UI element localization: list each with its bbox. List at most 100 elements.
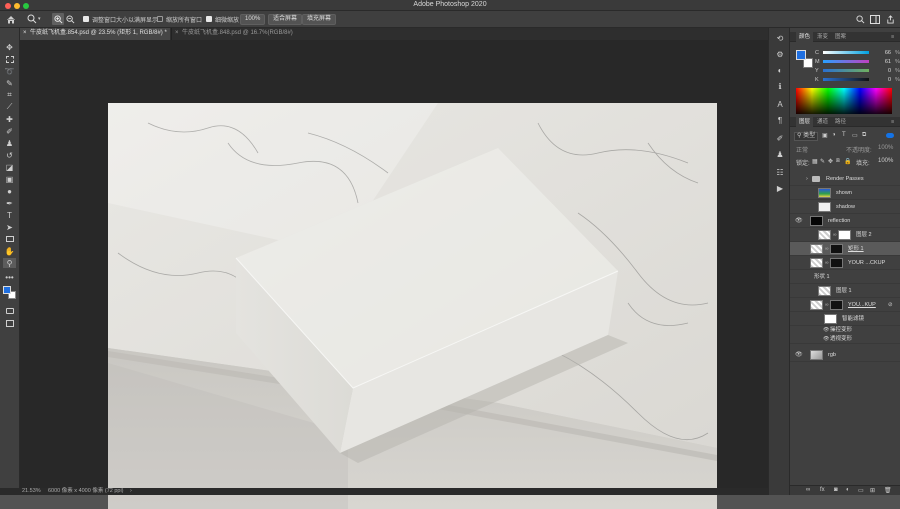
layer-name[interactable]: YOU...KUP <box>848 298 876 312</box>
layer-name[interactable]: reflection <box>828 214 850 228</box>
slider-track[interactable] <box>823 60 869 63</box>
more-tools-button[interactable]: ••• <box>3 272 16 282</box>
layer-shown[interactable]: shown <box>790 186 900 200</box>
path-selection-tool[interactable]: ➤ <box>3 222 16 232</box>
filter-pixel-icon[interactable]: ▣ <box>822 132 828 139</box>
eye-icon[interactable]: 👁 <box>795 214 803 228</box>
fit-window-checkbox[interactable]: 调整窗口大小以满屏显示 <box>83 13 158 25</box>
dodge-tool[interactable]: ● <box>3 186 16 196</box>
fx-icon[interactable]: fx <box>820 487 825 493</box>
lock-artboard-icon[interactable]: ⧈ <box>836 158 840 165</box>
layer-name[interactable]: 矩形 1 <box>848 242 864 256</box>
layer-name[interactable]: YOUR ...CKUP <box>848 256 885 270</box>
slider-track[interactable] <box>823 69 869 72</box>
link-icon[interactable]: ∞ <box>825 256 829 270</box>
opacity-value[interactable]: 100% <box>878 145 893 151</box>
layer-name[interactable]: shown <box>836 186 852 200</box>
layer-your-mockup[interactable]: ∞ YOUR ...CKUP <box>790 256 900 270</box>
canvas-area[interactable] <box>20 40 768 509</box>
filter-toggle[interactable] <box>886 133 894 138</box>
layer-name[interactable]: 操控变形 <box>830 326 852 335</box>
tab-paths[interactable]: 路径 <box>832 117 849 127</box>
color-spectrum[interactable] <box>796 88 892 114</box>
cyan-slider[interactable]: C 66 % <box>815 49 900 57</box>
document-canvas[interactable] <box>108 103 717 509</box>
blend-mode-select[interactable]: 正常 <box>796 145 808 154</box>
paragraph-panel-icon[interactable]: ¶ <box>774 116 786 126</box>
filter-smart-object-icon[interactable]: ⧉ <box>862 132 866 139</box>
link-icon[interactable]: ∞ <box>833 228 837 242</box>
layer-name[interactable]: Render Passes <box>826 172 864 186</box>
panel-menu-icon[interactable]: ≡ <box>888 32 897 42</box>
smart-filter-puppet-warp[interactable]: 👁 操控变形 <box>790 326 900 335</box>
gradient-tool[interactable]: ▣ <box>3 174 16 184</box>
tab-layers[interactable]: 图层 <box>796 117 814 127</box>
layer-1[interactable]: 图层 1 <box>790 284 900 298</box>
layer-name[interactable]: 形状 1 <box>814 270 830 284</box>
add-mask-icon[interactable]: ◙ <box>834 487 838 493</box>
home-button[interactable] <box>6 13 16 25</box>
zoom-100-button[interactable]: 100% <box>240 13 266 25</box>
fill-screen-button[interactable]: 填充屏幕 <box>302 13 337 25</box>
link-icon[interactable]: ∞ <box>825 298 829 312</box>
eye-icon[interactable]: 👁 <box>795 348 803 362</box>
layer-you-kup[interactable]: ∞ YOU...KUP ⊘ <box>790 298 900 312</box>
layer-rgb[interactable]: 👁 rgb <box>790 348 900 362</box>
adjustments-panel-icon[interactable]: ◐ <box>774 66 786 76</box>
quick-selection-tool[interactable]: ✎ <box>3 78 16 88</box>
zoom-readout[interactable]: 21.53% <box>22 488 41 495</box>
crop-tool[interactable]: ⌗ <box>3 90 16 100</box>
zoom-tool[interactable]: ⚲ <box>3 258 16 268</box>
layer-2[interactable]: ∞ 图层 2 <box>790 228 900 242</box>
filter-kind-select[interactable]: ⚲ 类型 <box>794 132 818 141</box>
foreground-color-swatch[interactable] <box>3 286 11 294</box>
layer-shape-1[interactable]: 形状 1 <box>790 270 900 284</box>
zoom-all-windows-checkbox[interactable]: 缩放所有窗口 <box>157 13 202 25</box>
tab-color[interactable]: 颜色 <box>796 32 814 42</box>
brush-panel-icon[interactable]: ✐ <box>774 134 786 144</box>
lock-paint-icon[interactable]: ✎ <box>820 158 825 165</box>
healing-tool[interactable]: ✚ <box>3 114 16 124</box>
layer-reflection[interactable]: 👁 reflection <box>790 214 900 228</box>
filter-shape-icon[interactable]: ▭ <box>852 132 858 139</box>
fill-value[interactable]: 100% <box>878 158 893 164</box>
layer-name[interactable]: rgb <box>828 348 836 362</box>
tab-document-854[interactable]: × 牛皮纸飞机盒.854.psd @ 23.5% (矩形 1, RGB/8#) … <box>20 28 170 40</box>
new-group-icon[interactable]: ▭ <box>858 487 864 494</box>
adjustment-layer-icon[interactable]: ◐ <box>846 487 850 493</box>
history-brush-tool[interactable]: ↺ <box>3 150 16 160</box>
trash-icon[interactable]: 🗑 <box>884 487 892 494</box>
smart-filter-icon[interactable]: ⊘ <box>888 298 893 312</box>
filter-adjustment-icon[interactable]: ◑ <box>832 132 836 138</box>
info-panel-icon[interactable]: ℹ <box>774 82 786 92</box>
layer-name[interactable]: 图层 1 <box>836 284 852 298</box>
layer-rectangle-1[interactable]: ∞ 矩形 1 <box>790 242 900 256</box>
fit-screen-button[interactable]: 适合屏幕 <box>268 13 303 25</box>
workspace-button[interactable] <box>870 13 880 25</box>
marquee-tool[interactable] <box>3 54 16 64</box>
lock-all-icon[interactable]: 🔒 <box>844 158 851 165</box>
slider-value[interactable]: 0 <box>873 76 891 84</box>
hand-tool[interactable]: ✋ <box>3 246 16 256</box>
slider-value[interactable]: 0 <box>873 67 891 75</box>
character-panel-icon[interactable]: A <box>774 100 786 110</box>
yellow-slider[interactable]: Y 0 % <box>815 67 900 75</box>
eye-icon[interactable]: 👁 <box>823 326 829 335</box>
filter-type-icon[interactable]: T <box>842 132 846 138</box>
move-tool[interactable]: ✥ <box>3 42 16 52</box>
screen-mode-button[interactable] <box>3 318 16 328</box>
status-menu-arrow-icon[interactable]: › <box>130 488 132 495</box>
new-layer-icon[interactable]: ⊞ <box>870 487 875 494</box>
search-button[interactable] <box>856 13 865 25</box>
type-tool[interactable]: T <box>3 210 16 220</box>
history-panel-icon[interactable]: ⟲ <box>774 34 786 44</box>
stamp-tool[interactable]: ♟ <box>3 138 16 148</box>
smart-filters-row[interactable]: 智能滤镜 <box>790 312 900 326</box>
layer-group-render-passes[interactable]: › Render Passes <box>790 172 900 186</box>
smart-filter-perspective-warp[interactable]: 👁 透视变形 <box>790 335 900 344</box>
link-icon[interactable]: ∞ <box>825 242 829 256</box>
lasso-tool[interactable]: ➰ <box>3 66 16 76</box>
color-swatches-panel[interactable] <box>796 50 814 70</box>
pen-tool[interactable]: ✒ <box>3 198 16 208</box>
slider-track[interactable] <box>823 78 869 81</box>
